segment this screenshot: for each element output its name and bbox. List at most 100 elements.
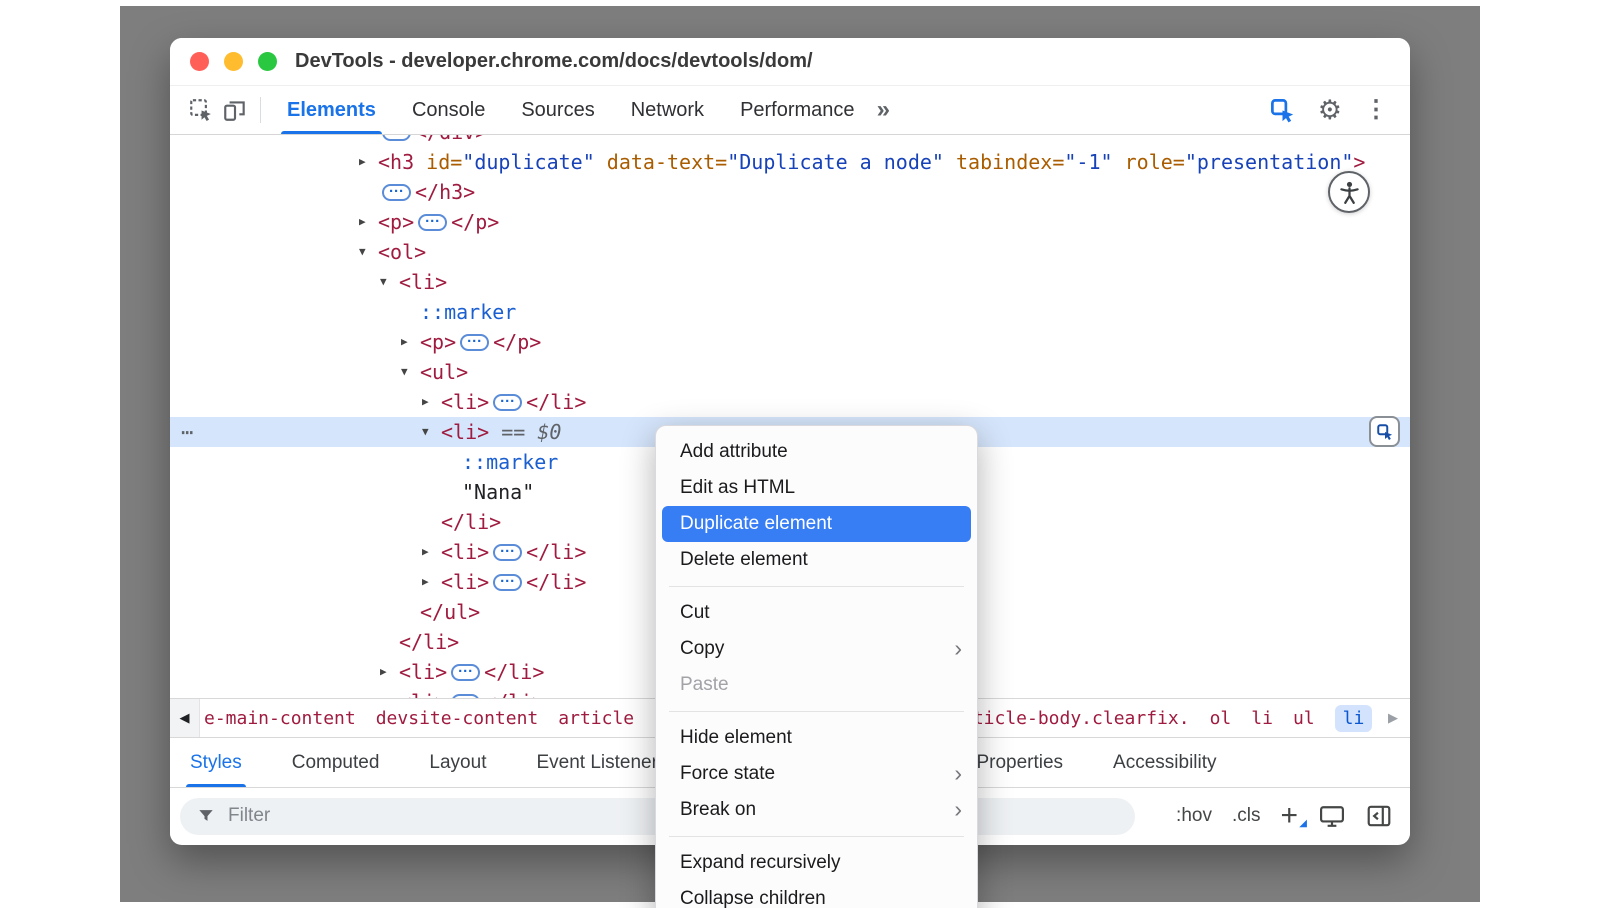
dom-tree-row[interactable]: ▼<ul> <box>170 357 1410 387</box>
new-style-rule-button[interactable]: +◢ <box>1280 801 1298 831</box>
context-menu-item-add-attribute[interactable]: Add attribute <box>656 434 977 470</box>
devtools-toolbar: ElementsConsoleSourcesNetworkPerformance… <box>170 86 1410 135</box>
row-overflow-menu[interactable]: ⋯ <box>181 417 193 447</box>
context-menu-item-force-state[interactable]: Force state <box>656 756 977 792</box>
context-menu-item-break-on[interactable]: Break on <box>656 792 977 828</box>
token-tag: <p> <box>378 210 414 234</box>
context-menu-item-delete-element[interactable]: Delete element <box>656 542 977 578</box>
traffic-lights <box>190 38 277 85</box>
breadcrumb-scroll-left-button[interactable]: ◀ <box>170 699 200 737</box>
rendering-emulations-icon[interactable] <box>1318 804 1346 828</box>
collapse-arrow-icon[interactable]: ▼ <box>422 417 429 447</box>
token-tag: <p> <box>420 330 456 354</box>
tab-sources[interactable]: Sources <box>503 86 612 134</box>
accessibility-icon[interactable] <box>1328 171 1370 213</box>
ellipsis-expand-button[interactable]: ··· <box>451 664 480 681</box>
tab-computed[interactable]: Computed <box>276 738 396 787</box>
toggle-sidebar-icon[interactable] <box>1366 804 1392 828</box>
toolbar-tabs: ElementsConsoleSourcesNetworkPerformance <box>269 86 873 134</box>
ellipsis-expand-button[interactable]: ··· <box>460 334 489 351</box>
ellipsis-expand-button[interactable]: ··· <box>493 394 522 411</box>
inspect-icon[interactable] <box>184 93 218 127</box>
tab-properties[interactable]: Properties <box>960 738 1079 787</box>
token-tag: <li> <box>399 270 447 294</box>
tab-accessibility[interactable]: Accessibility <box>1097 738 1232 787</box>
expand-arrow-icon[interactable]: ▶ <box>380 687 387 698</box>
context-menu-item-expand-recursively[interactable]: Expand recursively <box>656 845 977 881</box>
breadcrumb-item-li[interactable]: li <box>1335 705 1373 732</box>
close-button[interactable] <box>190 52 209 71</box>
window-titlebar: DevTools - developer.chrome.com/docs/dev… <box>170 38 1410 86</box>
token-val: "Duplicate a node" <box>727 150 944 174</box>
dom-tree-row[interactable]: ▶<li>···</li> <box>170 387 1410 417</box>
token-tag: </li> <box>484 660 544 684</box>
window-title: DevTools - developer.chrome.com/docs/dev… <box>295 50 813 73</box>
dom-tree-row[interactable]: ▶ <p>···</p> <box>170 327 1410 357</box>
breadcrumb-item-devsite-content[interactable]: devsite-content <box>376 708 539 729</box>
collapse-arrow-icon[interactable]: ▼ <box>380 267 387 297</box>
token-attr: role= <box>1125 150 1185 174</box>
token-tag: </p> <box>451 210 499 234</box>
ellipsis-expand-button[interactable]: ··· <box>418 214 447 231</box>
token-tag: </li> <box>399 630 459 654</box>
more-tabs-button[interactable]: » <box>877 96 890 124</box>
context-menu-item-duplicate-element[interactable]: Duplicate element <box>662 506 971 542</box>
token-plain <box>595 150 607 174</box>
tab-styles[interactable]: Styles <box>174 738 258 787</box>
zoom-button[interactable] <box>258 52 277 71</box>
settings-gear-icon[interactable]: ⚙ <box>1318 97 1342 124</box>
expand-arrow-icon[interactable]: ▶ <box>422 387 429 417</box>
token-tag: </h3> <box>415 180 475 204</box>
collapse-arrow-icon[interactable]: ▼ <box>359 237 366 267</box>
ellipsis-expand-button[interactable]: ··· <box>382 184 411 201</box>
collapse-arrow-icon[interactable]: ▼ <box>401 357 408 387</box>
breadcrumb-item-article-body-clearfix[interactable]: article-body.clearfix. <box>951 708 1189 729</box>
token-tag: </p> <box>493 330 541 354</box>
expand-arrow-icon[interactable]: ▶ <box>359 147 366 177</box>
token-tag: <li> <box>441 420 489 444</box>
tab-performance[interactable]: Performance <box>722 86 873 134</box>
tab-console[interactable]: Console <box>394 86 503 134</box>
breadcrumb-item-ul[interactable]: ul <box>1293 708 1315 729</box>
dom-tree-row[interactable]: ···</div> <box>170 135 1410 147</box>
device-toolbar-icon[interactable] <box>218 93 252 127</box>
dom-tree-row[interactable]: ▶<h3 id="duplicate" data-text="Duplicate… <box>170 147 1410 177</box>
pseudo-state-toggle[interactable]: :hov <box>1176 805 1212 827</box>
context-menu-item-edit-as-html[interactable]: Edit as HTML <box>656 470 977 506</box>
token-tag: <li> <box>399 690 447 698</box>
dom-tree-row[interactable]: ▼<ol> <box>170 237 1410 267</box>
inspect-badge-icon[interactable] <box>1269 97 1296 124</box>
dom-tree-row[interactable]: ▶ <p>···</p> <box>170 207 1410 237</box>
breadcrumb-item-e-main-content[interactable]: e-main-content <box>204 708 356 729</box>
expand-arrow-icon[interactable]: ▶ <box>359 207 366 237</box>
expand-arrow-icon[interactable]: ▶ <box>401 327 408 357</box>
token-plain <box>944 150 956 174</box>
kebab-menu-icon[interactable]: ⋮ <box>1364 98 1388 122</box>
class-toggle[interactable]: .cls <box>1232 805 1261 827</box>
expand-arrow-icon[interactable]: ▶ <box>380 657 387 687</box>
context-menu-item-copy[interactable]: Copy <box>656 631 977 667</box>
toolbar-divider <box>260 97 261 123</box>
token-val: "presentation" <box>1185 150 1354 174</box>
context-menu-item-cut[interactable]: Cut <box>656 595 977 631</box>
context-menu-item-collapse-children[interactable]: Collapse children <box>656 881 977 908</box>
breadcrumb-item-ol[interactable]: ol <box>1210 708 1232 729</box>
tab-elements[interactable]: Elements <box>269 86 394 134</box>
expand-arrow-icon[interactable]: ▶ <box>422 567 429 597</box>
breadcrumb-scroll-right-button[interactable]: ▶ <box>1376 699 1410 737</box>
ellipsis-expand-button[interactable]: ··· <box>382 135 411 141</box>
ellipsis-expand-button[interactable]: ··· <box>493 574 522 591</box>
minimize-button[interactable] <box>224 52 243 71</box>
context-menu-item-hide-element[interactable]: Hide element <box>656 720 977 756</box>
dom-tree-row[interactable]: ▼ <li> <box>170 267 1410 297</box>
dom-tree-row[interactable]: ::marker <box>170 297 1410 327</box>
expand-arrow-icon[interactable]: ▶ <box>422 537 429 567</box>
dom-tree-row[interactable]: ···</h3> <box>170 177 1410 207</box>
context-menu-item-paste[interactable]: Paste <box>656 667 977 703</box>
ellipsis-expand-button[interactable]: ··· <box>493 544 522 561</box>
breadcrumb-item-article[interactable]: article <box>558 708 634 729</box>
inspect-badge-icon[interactable] <box>1369 416 1400 447</box>
tab-layout[interactable]: Layout <box>413 738 502 787</box>
tab-network[interactable]: Network <box>613 86 722 134</box>
breadcrumb-item-li[interactable]: li <box>1251 708 1273 729</box>
